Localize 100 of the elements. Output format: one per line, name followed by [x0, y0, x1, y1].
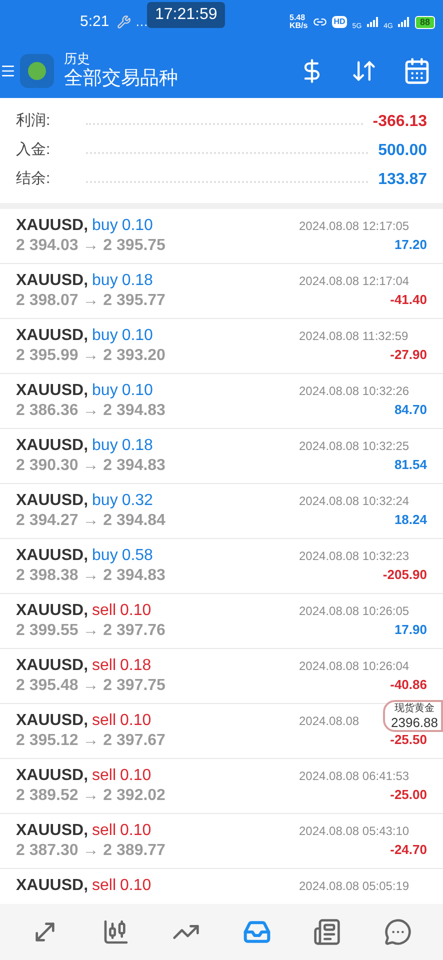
summary-label: 利润:: [16, 111, 52, 132]
trade-side: buy: [92, 381, 118, 401]
trade-time: 2024.08.08 10:32:23: [299, 548, 410, 565]
trade-row[interactable]: XAUUSD, sell 0.10 2 399.55 → 2 397.76 2024.08.08 10:26:05 17.90: [0, 594, 443, 649]
trade-prices: 2 394.03 → 2 395.75: [16, 236, 166, 256]
trade-side: buy: [92, 491, 118, 511]
trade-time: 2024.08.08 05:43:10: [299, 823, 410, 840]
trade-volume: 0.32: [122, 491, 153, 511]
trade-time: 2024.08.08 10:26:05: [299, 603, 410, 620]
trade-side: sell: [92, 656, 116, 676]
summary-label: 结余:: [16, 169, 52, 190]
trade-profit: 81.54: [394, 456, 427, 474]
trade-row[interactable]: XAUUSD, buy 0.10 2 395.99 → 2 393.20 2024.08.08 11:32:59 -27.90: [0, 319, 443, 374]
trade-profit: -40.86: [390, 676, 427, 694]
trade-prices: 2 386.36 → 2 394.83: [16, 401, 166, 421]
quote-name: 现货黄金: [394, 702, 434, 715]
quote-price: 2396.88: [391, 715, 438, 730]
price-tooltip[interactable]: 现货黄金 2396.88: [383, 700, 443, 732]
trade-side: sell: [92, 766, 116, 786]
trade-row[interactable]: XAUUSD, sell 0.10 2 387.30 → 2 389.77 2024.08.08 05:43:10 -24.70: [0, 814, 443, 869]
summary-value: 133.87: [378, 170, 427, 190]
trade-prices: 2 387.30 → 2 389.77: [16, 841, 166, 861]
hd-badge: HD: [332, 16, 348, 28]
trade-symbol: XAUUSD,: [16, 491, 88, 511]
trade-side: buy: [92, 436, 118, 456]
summary-value: 500.00: [378, 140, 427, 160]
trade-volume: 0.10: [120, 821, 152, 841]
trade-prices: 2 395.48 → 2 397.75: [16, 676, 166, 696]
trade-symbol: XAUUSD,: [16, 381, 88, 401]
trade-profit: -24.70: [390, 841, 427, 859]
trade-side: sell: [92, 876, 116, 896]
trade-volume: 0.10: [120, 876, 152, 896]
status-time: 5:21: [80, 12, 110, 32]
trade-time: 2024.08.08 05:05:19: [299, 878, 410, 895]
trade-time: 2024.08.08: [299, 713, 360, 730]
trade-time: 2024.08.08 12:17:04: [299, 273, 410, 290]
network-speed: 5.48: [290, 14, 306, 22]
trade-symbol: XAUUSD,: [16, 821, 88, 841]
trade-row[interactable]: XAUUSD, buy 0.32 2 394.27 → 2 394.84 2024.08.08 10:32:24 18.24: [0, 484, 443, 539]
trade-symbol: XAUUSD,: [16, 546, 88, 566]
trade-profit: 17.90: [394, 621, 427, 639]
trade-row[interactable]: XAUUSD, buy 0.18 2 390.30 → 2 394.83 2024.08.08 10:32:25 81.54: [0, 429, 443, 484]
trade-row[interactable]: XAUUSD, sell 0.10 2 389.52 → 2 392.02 2024.08.08 06:41:53 -25.00: [0, 759, 443, 814]
trade-profit: -25.00: [390, 786, 427, 804]
trade-row[interactable]: XAUUSD, buy 0.18 2 398.07 → 2 395.77 2024.08.08 12:17:04 -41.40: [0, 264, 443, 319]
trade-volume: 0.10: [120, 711, 152, 731]
battery-indicator: 88: [414, 16, 435, 28]
trade-side: sell: [92, 711, 116, 731]
trade-side: sell: [92, 601, 116, 621]
trade-side: buy: [92, 546, 118, 566]
trade-prices: 2 394.27 → 2 394.84: [16, 511, 166, 531]
trade-side: buy: [92, 271, 118, 291]
trade-row[interactable]: XAUUSD, buy 0.58 2 398.38 → 2 394.83 2024.08.08 10:32:23 -205.90: [0, 539, 443, 594]
trade-symbol: XAUUSD,: [16, 326, 88, 346]
trade-time: 2024.08.08 10:32:24: [299, 493, 410, 510]
trade-prices: 2 389.52 → 2 392.02: [16, 786, 166, 806]
trade-symbol: XAUUSD,: [16, 711, 88, 731]
trade-profit: 84.70: [394, 401, 427, 419]
trade-volume: 0.10: [122, 216, 153, 236]
trade-profit: 18.24: [394, 511, 427, 529]
trade-symbol: XAUUSD,: [16, 601, 88, 621]
trade-volume: 0.10: [122, 326, 153, 346]
trade-side: buy: [92, 326, 118, 346]
trade-volume: 0.18: [122, 436, 153, 456]
trade-prices: 2 399.55 → 2 397.76: [16, 621, 166, 641]
trade-profit: -25.50: [390, 731, 427, 749]
speed-unit: KB/s: [290, 22, 308, 30]
trade-time: 2024.08.08 12:17:05: [299, 218, 410, 235]
trade-prices: 2 398.07 → 2 395.77: [16, 291, 166, 311]
trade-volume: 0.58: [122, 546, 153, 566]
trade-symbol: XAUUSD,: [16, 216, 88, 236]
trade-prices: 2 390.30 → 2 394.83: [16, 456, 166, 476]
trade-symbol: XAUUSD,: [16, 656, 88, 676]
trade-symbol: XAUUSD,: [16, 271, 88, 291]
trade-volume: 0.18: [122, 271, 153, 291]
trade-prices: 2 398.38 → 2 394.83: [16, 566, 166, 586]
header-subtitle: 历史: [64, 51, 91, 68]
trade-symbol: XAUUSD,: [16, 436, 88, 456]
trade-row[interactable]: XAUUSD, buy 0.10 2 386.36 → 2 394.83 2024.08.08 10:32:26 84.70: [0, 374, 443, 429]
trade-time: 2024.08.08 10:32:26: [299, 383, 410, 400]
trade-time: 2024.08.08 06:41:53: [299, 768, 410, 785]
trade-row[interactable]: XAUUSD, buy 0.10 2 394.03 → 2 395.75 2024.08.08 12:17:05 17.20: [0, 209, 443, 264]
trade-volume: 0.10: [120, 601, 152, 621]
trade-profit: -41.40: [390, 291, 427, 309]
trade-prices: 2 395.12 → 2 397.67: [16, 731, 166, 751]
more-indicator: …: [135, 13, 148, 32]
trade-prices: 2 395.99 → 2 393.20: [16, 346, 166, 366]
summary-label: 入金:: [16, 140, 52, 160]
trade-profit: -205.90: [382, 566, 427, 584]
trade-volume: 0.10: [122, 381, 153, 401]
trade-symbol: XAUUSD,: [16, 876, 88, 896]
trade-profit: -27.90: [390, 346, 427, 364]
trade-volume: 0.18: [120, 656, 152, 676]
trade-time: 2024.08.08 11:32:59: [299, 328, 408, 345]
trade-time: 2024.08.08 10:32:25: [299, 438, 410, 455]
header-title: 全部交易品种: [64, 67, 178, 91]
trade-profit: 17.20: [394, 236, 427, 254]
trade-volume: 0.10: [120, 766, 152, 786]
trade-symbol: XAUUSD,: [16, 766, 88, 786]
clock-badge: 17:21:59: [147, 2, 226, 28]
